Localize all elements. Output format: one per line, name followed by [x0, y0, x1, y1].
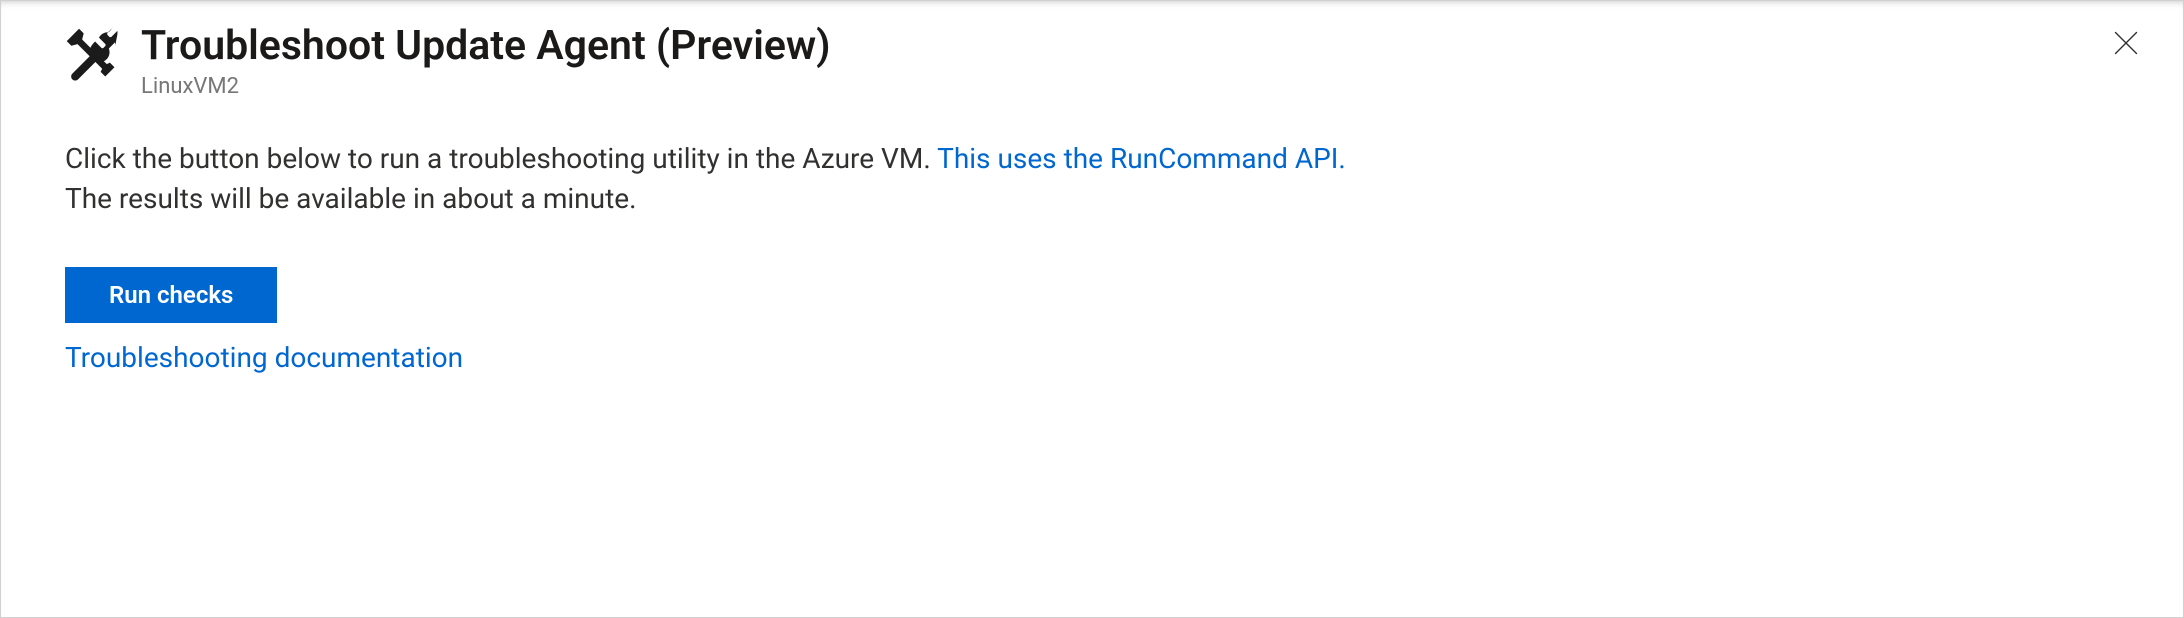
- panel-title: Troubleshoot Update Agent (Preview): [141, 21, 831, 72]
- troubleshooting-doc-link[interactable]: Troubleshooting documentation: [65, 341, 463, 374]
- runcommand-api-link[interactable]: This uses the RunCommand API.: [937, 142, 1346, 175]
- description-part2: The results will be available in about a…: [65, 182, 636, 215]
- panel-content: Click the button below to run a troubles…: [65, 139, 2143, 374]
- description-part1: Click the button below to run a troubles…: [65, 142, 937, 175]
- panel-header: Troubleshoot Update Agent (Preview) Linu…: [65, 21, 2143, 99]
- troubleshoot-panel: Troubleshoot Update Agent (Preview) Linu…: [0, 0, 2184, 618]
- run-checks-button[interactable]: Run checks: [65, 267, 277, 323]
- close-icon: [2112, 29, 2140, 60]
- description-text: Click the button below to run a troubles…: [65, 139, 2143, 219]
- panel-subtitle: LinuxVM2: [141, 74, 831, 99]
- close-button[interactable]: [2105, 23, 2147, 65]
- wrench-screwdriver-icon: [65, 27, 121, 83]
